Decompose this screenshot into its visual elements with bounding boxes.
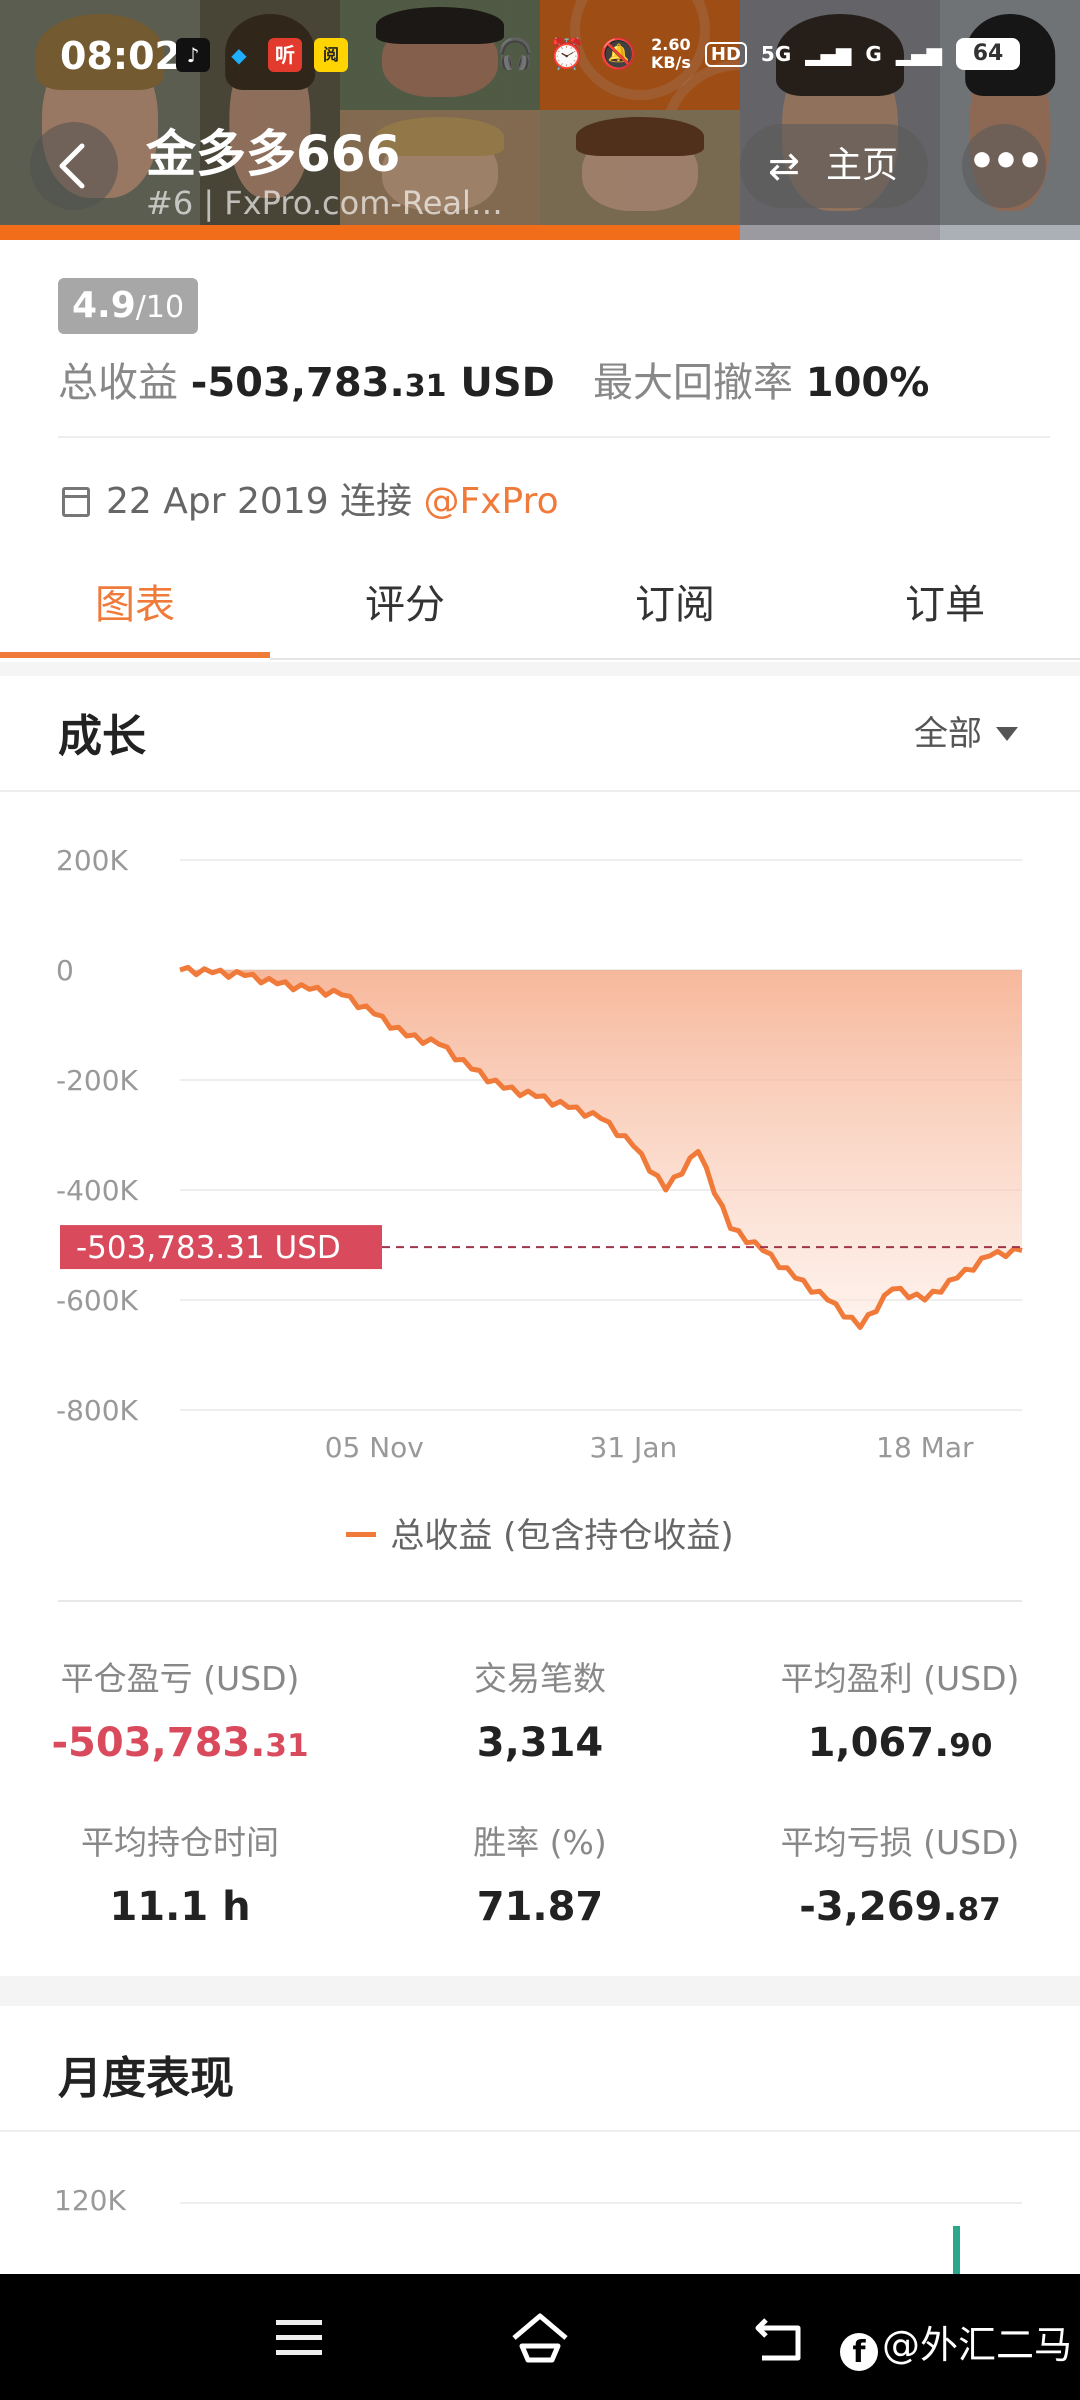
home-label: 主页 [826, 145, 899, 186]
system-nav-bar: f @外汇二马 [0, 2274, 1080, 2400]
active-tab-indicator [0, 652, 270, 658]
menu-icon[interactable] [276, 2320, 322, 2365]
monthly-gridline [180, 2202, 1022, 2204]
divider [58, 436, 1050, 438]
back-arrow-icon [59, 143, 85, 189]
battery-level: 64 [956, 38, 1020, 70]
signal-bars-icon-2: ▂▄▆ [895, 42, 942, 66]
signal-5g: 5G [760, 42, 792, 66]
legend-swatch [346, 1532, 377, 1537]
monthly-title: 月度表现 [58, 2053, 234, 2104]
account-subtitle: #6 | FxPro.com-Real… [146, 184, 503, 222]
signal-bars-icon: ▂▄▆ [805, 42, 852, 66]
tiktok-icon: ♪ [176, 38, 210, 72]
back-button[interactable] [30, 122, 118, 210]
divider [58, 1600, 1022, 1602]
current-value-label: -503,783.31 USD [76, 1230, 341, 1266]
profit-summary: 总收益 -503,783.31 USD 最大回撤率 100% [58, 350, 929, 408]
stat-item: 平均亏损 (USD) -3,269.87 [735, 1816, 1065, 1930]
status-indicators: 🎧 ⏰ 🔕 2.60 KB/s HD 5G ▂▄▆ G ▂▄▆ 64 [497, 36, 1020, 72]
stat-item: 交易笔数 3,314 [375, 1652, 705, 1766]
stat-value: 1,067.90 [807, 1720, 993, 1766]
stat-item: 平均持仓时间 11.1 h [15, 1816, 345, 1930]
stat-item: 平均盈利 (USD) 1,067.90 [735, 1652, 1065, 1766]
alarm-icon: ⏰ [548, 36, 586, 72]
divider [0, 790, 1080, 792]
tab-rating[interactable]: 评分 [270, 560, 540, 650]
mute-bell-icon: 🔕 [599, 36, 637, 72]
drawdown-label: 最大回撤率 [593, 360, 794, 406]
net-speed: 2.60 KB/s [650, 35, 691, 72]
y-tick-label: -400K [56, 1174, 139, 1207]
legend-label: 总收益 (包含持仓收益) [390, 1516, 734, 1556]
status-time: 08:02 [60, 34, 181, 78]
period-filter[interactable]: 全部 [914, 706, 1018, 755]
stat-item: 平仓盈亏 (USD) -503,783.31 [15, 1652, 345, 1766]
listen-app-icon: 听 [268, 38, 302, 72]
stat-value: 11.1 h [109, 1884, 251, 1930]
y-tick-label: -200K [56, 1064, 139, 1097]
monthly-bar [953, 2226, 960, 2274]
stat-value: 3,314 [476, 1720, 604, 1766]
section-gap [0, 1976, 1080, 2006]
stat-label: 平仓盈亏 (USD) [60, 1659, 300, 1698]
y-tick-label: 200K [56, 844, 128, 877]
broker-link[interactable]: @FxPro [424, 481, 559, 522]
y-tick-label: -600K [56, 1284, 139, 1317]
hd-badge: HD [704, 41, 747, 67]
connect-date: 22 Apr 2019 [106, 481, 329, 522]
chart-legend: 总收益 (包含持仓收益) [0, 1508, 1080, 1557]
stat-item: 胜率 (%) 71.87 [375, 1816, 705, 1930]
more-button[interactable]: ••• [962, 124, 1046, 208]
drawdown-value: 100% [805, 360, 930, 406]
swap-icon: ⇄ [768, 144, 800, 188]
connect-label: 连接 [340, 481, 413, 522]
calendar-icon [62, 487, 90, 517]
monthly-y-tick: 120K [54, 2184, 126, 2217]
tab-chart[interactable]: 图表 [0, 560, 270, 650]
y-tick-label: 0 [56, 954, 74, 987]
stat-label: 平均盈利 (USD) [780, 1659, 1020, 1698]
x-tick-label: 18 Mar [876, 1431, 974, 1464]
dropdown-arrow-icon [996, 727, 1018, 741]
watermark: f @外汇二马 [840, 2314, 1072, 2371]
stat-value: -503,783.31 [51, 1720, 309, 1766]
total-profit-label: 总收益 [58, 360, 178, 406]
headphones-icon: 🎧 [496, 36, 535, 72]
stat-label: 胜率 (%) [473, 1823, 607, 1862]
stat-label: 平均亏损 (USD) [780, 1823, 1020, 1862]
tab-subscribe[interactable]: 订阅 [540, 560, 810, 650]
reader-app-icon: 阅 [314, 38, 348, 72]
growth-area [180, 967, 1022, 1328]
status-bar: 08:02 ♪ ◆ 听 阅 🎧 ⏰ 🔕 2.60 KB/s HD 5G ▂▄▆ G… [0, 0, 1080, 110]
rating-badge: 4.9/10 [58, 278, 199, 334]
signal-g: G [865, 42, 882, 66]
status-app-icons: ♪ ◆ 听 阅 [176, 38, 348, 72]
section-gap [0, 662, 1080, 676]
growth-title: 成长 [58, 711, 146, 762]
facebook-icon: f [840, 2333, 878, 2371]
qq-icon: ◆ [231, 43, 247, 67]
home-button[interactable]: ⇄ 主页 [740, 124, 928, 208]
tab-divider [270, 658, 1080, 660]
growth-chart[interactable]: 200K 0 -200K -400K -600K -800K -503,783.31 USD… [0, 820, 1080, 1480]
y-tick-label: -800K [56, 1394, 139, 1427]
x-tick-label: 31 Jan [590, 1431, 678, 1464]
divider [0, 2130, 1080, 2132]
tab-orders[interactable]: 订单 [810, 560, 1080, 650]
home-icon[interactable] [508, 2310, 572, 2366]
tab-bar: 图表 评分 订阅 订单 [0, 560, 1080, 660]
total-profit-value: -503,783.31 USD [190, 360, 555, 406]
connect-info: 22 Apr 2019 连接 @FxPro [62, 472, 559, 524]
stat-label: 平均持仓时间 [81, 1823, 279, 1862]
stat-label: 交易笔数 [474, 1659, 606, 1698]
account-name: 金多多666 [146, 125, 401, 183]
stat-value: -3,269.87 [799, 1884, 1001, 1930]
x-tick-label: 05 Nov [325, 1431, 424, 1464]
stat-value: 71.87 [476, 1884, 604, 1930]
back-nav-icon[interactable] [752, 2310, 808, 2366]
account-header: 08:02 ♪ ◆ 听 阅 🎧 ⏰ 🔕 2.60 KB/s HD 5G ▂▄▆ G… [0, 0, 1080, 240]
